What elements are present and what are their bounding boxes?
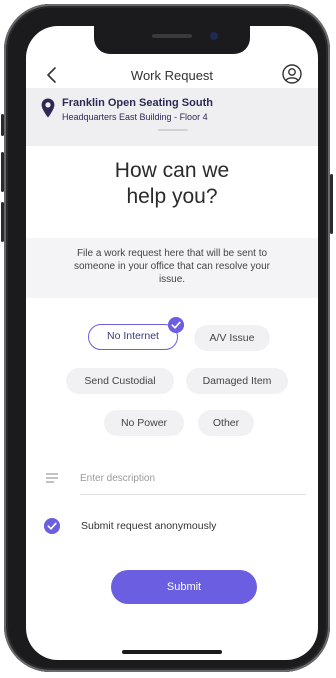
issue-chip-send-custodial[interactable]: Send Custodial xyxy=(66,368,174,394)
notch xyxy=(94,26,250,54)
submit-button[interactable]: Submit xyxy=(111,570,257,604)
issue-chip-other[interactable]: Other xyxy=(198,410,254,436)
app-screen: Work Request Franklin Open Seating South… xyxy=(26,26,318,660)
headline-line-1: How can we xyxy=(114,159,230,182)
anonymous-label[interactable]: Submit request anonymously xyxy=(81,520,216,532)
location-subtitle: Headquarters East Building - Floor 4 xyxy=(62,112,208,122)
page-title: Work Request xyxy=(130,68,214,83)
location-banner[interactable]: Franklin Open Seating South Headquarters… xyxy=(26,88,318,146)
speaker xyxy=(152,34,192,38)
location-name: Franklin Open Seating South xyxy=(62,97,213,109)
issue-chip-av-issue[interactable]: A/V Issue xyxy=(194,325,270,351)
side-button-volume-up xyxy=(1,152,4,192)
description-input[interactable] xyxy=(80,462,306,495)
check-icon xyxy=(168,317,184,333)
side-button-mute xyxy=(1,114,4,136)
info-panel: File a work request here that will be se… xyxy=(26,238,318,298)
issue-chip-label: Damaged Item xyxy=(202,375,272,387)
phone-frame: Work Request Franklin Open Seating South… xyxy=(1,4,333,672)
page-headline: How can we help you? xyxy=(26,158,318,210)
home-indicator[interactable] xyxy=(122,650,222,654)
map-pin-icon xyxy=(41,98,55,118)
issue-chip-label: Send Custodial xyxy=(84,375,156,387)
app-header: Work Request xyxy=(26,58,318,92)
issue-chip-label: Other xyxy=(212,417,240,429)
issue-chip-label: No Internet xyxy=(107,330,159,342)
drag-handle[interactable] xyxy=(158,129,188,131)
issue-chip-no-internet[interactable]: No Internet xyxy=(88,317,184,350)
issue-chip-no-power[interactable]: No Power xyxy=(104,410,184,436)
text-lines-icon xyxy=(46,473,58,483)
camera xyxy=(210,32,218,40)
anonymous-checkbox[interactable] xyxy=(44,518,60,534)
side-button-power xyxy=(330,174,333,234)
info-text: File a work request here that will be se… xyxy=(73,248,271,285)
headline-line-2: help you? xyxy=(126,185,218,208)
issue-chip-label: No Power xyxy=(120,417,168,429)
user-circle-icon[interactable] xyxy=(282,64,302,84)
side-button-volume-down xyxy=(1,202,4,242)
issue-chip-label: A/V Issue xyxy=(209,332,255,344)
issue-chip-damaged-item[interactable]: Damaged Item xyxy=(186,368,288,394)
